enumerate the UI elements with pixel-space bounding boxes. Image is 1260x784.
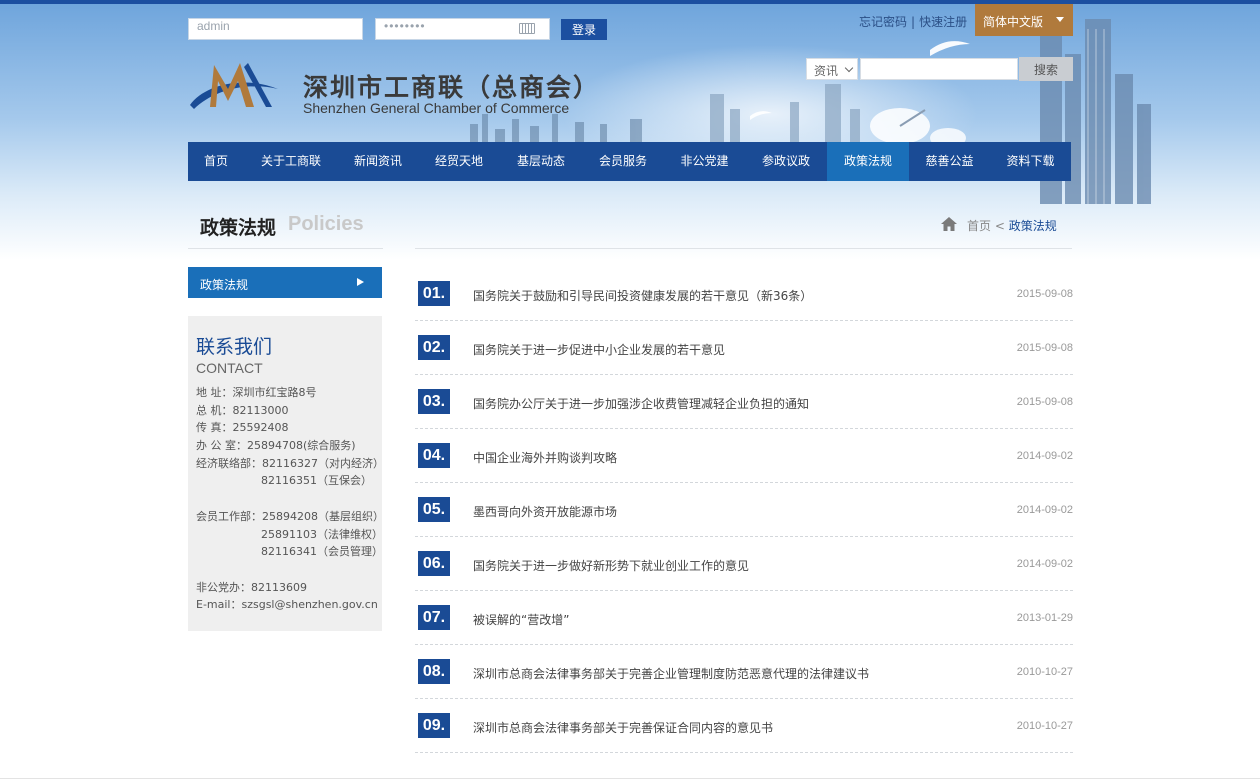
contact-member-1: 会员工作部：25894208（基层组织） [196,509,384,523]
main-nav: 首页 关于工商联 新闻资讯 经贸天地 基层动态 会员服务 非公党建 参政议政 政… [188,142,1071,181]
item-title[interactable]: 国务院关于进一步促进中小企业发展的若干意见 [473,341,725,358]
contact-email: E-mail：szsgsl@shenzhen.gov.cn [196,598,378,612]
list-item[interactable]: 06. 国务院关于进一步做好新形势下就业创业工作的意见 2014-09-02 [415,537,1073,591]
footer-divider [0,778,1260,779]
contact-address: 地 址：深圳市红宝路8号 [196,386,317,399]
header-banner [0,4,1260,260]
keyboard-icon[interactable] [519,23,535,34]
nav-news[interactable]: 新闻资讯 [338,142,418,181]
item-title[interactable]: 国务院办公厅关于进一步加强涉企收费管理减轻企业负担的通知 [473,395,809,412]
chamber-logo [190,63,278,109]
breadcrumb: 首页 < 政策法规 [967,217,1057,234]
list-item[interactable]: 02. 国务院关于进一步促进中小企业发展的若干意见 2015-09-08 [415,321,1073,375]
nav-home[interactable]: 首页 [188,142,244,181]
caret-down-icon [1056,17,1064,22]
quick-register-link[interactable]: 快速注册 [919,15,967,29]
item-number: 06. [418,551,450,576]
forgot-password-link[interactable]: 忘记密码 [859,15,907,29]
top-links: 忘记密码 | 快速注册 [859,13,967,30]
list-item[interactable]: 01. 国务院关于鼓励和引导民间投资健康发展的若干意见（新36条） 2015-0… [415,267,1073,321]
item-number: 04. [418,443,450,468]
username-input[interactable]: admin [188,18,363,40]
nav-about[interactable]: 关于工商联 [244,142,338,181]
section-title-en: Policies [288,213,364,235]
nav-trade[interactable]: 经贸天地 [418,142,500,181]
contact-title-en: CONTACT [196,360,263,376]
item-date: 2013-01-29 [1016,612,1073,624]
search-input[interactable] [860,58,1018,80]
article-list: 01. 国务院关于鼓励和引导民间投资健康发展的若干意见（新36条） 2015-0… [415,267,1073,753]
item-number: 09. [418,713,450,738]
site-subtitle: Shenzhen General Chamber of Commerce [303,100,570,116]
item-number: 05. [418,497,450,522]
item-number: 03. [418,389,450,414]
search-button[interactable]: 搜索 [1019,57,1073,81]
breadcrumb-separator: < [994,219,1005,233]
item-number: 02. [418,335,450,360]
section-title: 政策法规 [200,217,277,239]
item-title[interactable]: 墨西哥向外资开放能源市场 [473,503,617,520]
list-item[interactable]: 05. 墨西哥向外资开放能源市场 2014-09-02 [415,483,1073,537]
contact-switchboard: 总 机：82113000 [196,403,289,417]
list-item[interactable]: 03. 国务院办公厅关于进一步加强涉企收费管理减轻企业负担的通知 2015-09… [415,375,1073,429]
item-number: 07. [418,605,450,630]
item-date: 2010-10-27 [1016,666,1073,678]
nav-grassroots[interactable]: 基层动态 [500,142,582,181]
breadcrumb-home[interactable]: 首页 [967,219,991,233]
home-icon [941,217,957,231]
item-date: 2015-09-08 [1016,396,1073,408]
item-date: 2014-09-02 [1016,504,1073,516]
item-title[interactable]: 国务院关于鼓励和引导民间投资健康发展的若干意见（新36条） [473,287,812,304]
item-title[interactable]: 深圳市总商会法律事务部关于完善企业管理制度防范恶意代理的法律建议书 [473,665,869,682]
language-label: 简体中文版 [983,15,1044,29]
contact-econ-2: 82116351（互保会） [261,474,372,488]
contact-econ-1: 经济联络部：82116327（对内经济） [196,456,384,470]
chevron-down-icon [844,63,854,73]
breadcrumb-current[interactable]: 政策法规 [1009,219,1057,233]
item-date: 2014-09-02 [1016,450,1073,462]
sidebar-item-label: 政策法规 [200,278,249,292]
nav-charity[interactable]: 慈善公益 [909,142,990,181]
language-selector[interactable]: 简体中文版 [975,4,1073,36]
item-date: 2015-09-08 [1016,288,1073,300]
item-number: 08. [418,659,450,684]
nav-downloads[interactable]: 资料下载 [990,142,1071,181]
list-item[interactable]: 09. 深圳市总商会法律事务部关于完善保证合同内容的意见书 2010-10-27 [415,699,1073,753]
contact-member-2: 25891103（法律维权） [261,527,383,541]
contact-fax: 传 真：25592408 [196,421,289,435]
item-title[interactable]: 深圳市总商会法律事务部关于完善保证合同内容的意见书 [473,719,773,736]
search-category-select[interactable]: 资讯 [806,58,858,80]
nav-policies[interactable]: 政策法规 [827,142,909,181]
item-date: 2014-09-02 [1016,558,1073,570]
list-item[interactable]: 08. 深圳市总商会法律事务部关于完善企业管理制度防范恶意代理的法律建议书 20… [415,645,1073,699]
contact-box: 联系我们 CONTACT 地 址：深圳市红宝路8号 总 机：82113000 传… [188,316,384,631]
item-title[interactable]: 被误解的“营改增” [473,611,569,628]
item-date: 2010-10-27 [1016,720,1073,732]
list-item[interactable]: 04. 中国企业海外并购谈判攻略 2014-09-02 [415,429,1073,483]
contact-title: 联系我们 [196,336,273,358]
contact-office: 办 公 室：25894708(综合服务) [196,439,356,453]
divider [415,248,1072,249]
nav-party-building[interactable]: 非公党建 [664,142,745,181]
contact-party: 非公党办：82113609 [196,580,307,594]
contact-member-3: 82116341（会员管理） [261,545,383,559]
login-button[interactable]: 登录 [561,19,607,40]
sidebar-item-policies[interactable]: 政策法规 [188,267,382,298]
link-separator: | [911,15,916,29]
item-date: 2015-09-08 [1016,342,1073,354]
item-title[interactable]: 中国企业海外并购谈判攻略 [473,449,617,466]
item-title[interactable]: 国务院关于进一步做好新形势下就业创业工作的意见 [473,557,749,574]
site-title: 深圳市工商联（总商会） [303,73,601,102]
item-number: 01. [418,281,450,306]
nav-member-services[interactable]: 会员服务 [582,142,664,181]
triangle-right-icon [357,278,364,286]
search-category-label: 资讯 [814,64,839,78]
divider [188,248,383,249]
list-item[interactable]: 07. 被误解的“营改增” 2013-01-29 [415,591,1073,645]
nav-politics[interactable]: 参政议政 [745,142,827,181]
